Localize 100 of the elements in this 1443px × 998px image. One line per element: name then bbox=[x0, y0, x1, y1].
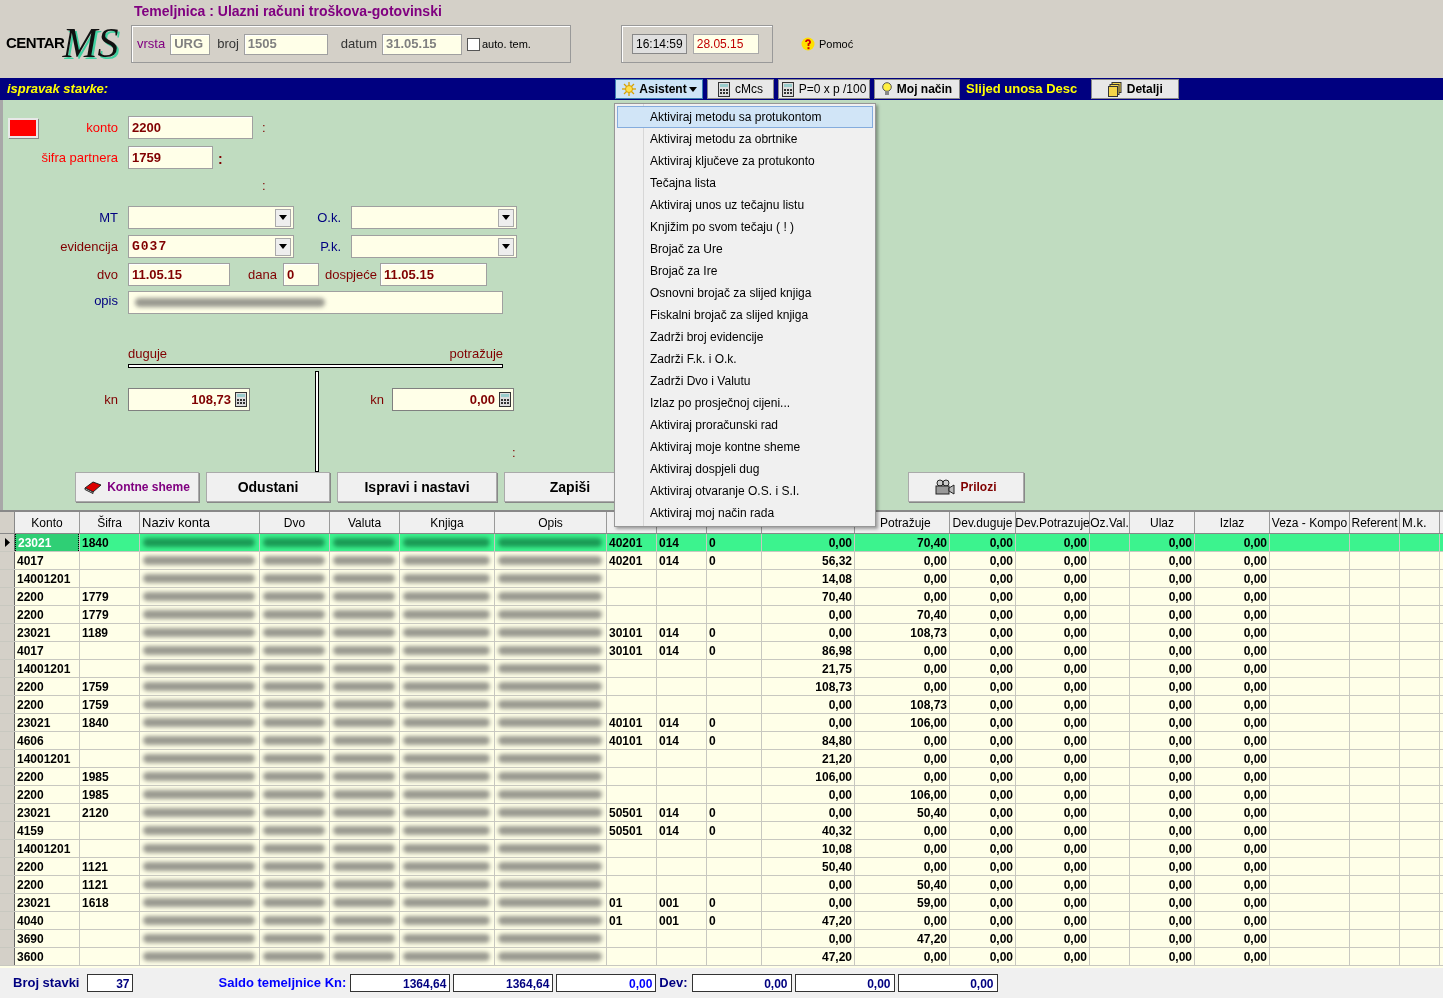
toolbar-button[interactable]: Detalji bbox=[1091, 79, 1180, 99]
days-field[interactable]: 0 bbox=[282, 263, 319, 286]
menu-item[interactable]: Aktiviraj metodu za obrtnike bbox=[617, 128, 873, 150]
table-cell-text: 0,00 bbox=[988, 642, 1014, 659]
column-header[interactable]: Dev.Potrazuje bbox=[1016, 512, 1090, 533]
menu-item[interactable]: Zadrži broj evidencije bbox=[617, 326, 873, 348]
menu-item[interactable]: Izlaz po prosječnoj cijeni... bbox=[617, 392, 873, 414]
column-header[interactable]: Knjiga bbox=[400, 512, 495, 533]
assistant-menu-button[interactable]: Asistent bbox=[615, 79, 703, 99]
table-row[interactable]: 14001201 10,08 0,00 0,00 0,00 0,00 0,00 bbox=[0, 840, 1443, 858]
action-button[interactable]: Odustani bbox=[206, 472, 330, 502]
table-row[interactable]: 4040 01 001 0 47,20 0,00 0,00 0,00 0,00 0,00 bbox=[0, 912, 1443, 930]
table-row[interactable]: 4017 30101 014 0 86,98 0,00 0,00 0,00 0,00 0,00 bbox=[0, 642, 1443, 660]
table-cell-text: 0,00 bbox=[827, 786, 853, 803]
table-row[interactable]: 2200 1759 108,73 0,00 0,00 0,00 0,00 0,00 bbox=[0, 678, 1443, 696]
field-label: O.k. bbox=[316, 208, 341, 227]
menu-item[interactable]: Osnovni brojač za slijed knjiga bbox=[617, 282, 873, 304]
table-row[interactable]: 14001201 21,75 0,00 0,00 0,00 0,00 0,00 bbox=[0, 660, 1443, 678]
table-row[interactable]: 3690 0,00 47,20 0,00 0,00 0,00 0,00 bbox=[0, 930, 1443, 948]
column-header[interactable]: Oz.Val. bbox=[1090, 512, 1130, 533]
table-row[interactable]: 4017 40201 014 0 56,32 0,00 0,00 0,00 0,00 0,00 bbox=[0, 552, 1443, 570]
action-button[interactable]: Ispravi i nastavi bbox=[337, 472, 497, 502]
document-date-field[interactable]: 11.05.15 bbox=[128, 263, 230, 286]
table-cell-text: 0,00 bbox=[922, 858, 948, 875]
menu-item[interactable]: Brojač za Ure bbox=[617, 238, 873, 260]
table-row[interactable]: 23021 1189 30101 014 0 0,00 108,73 0,00 0,00 0,00 0,00 bbox=[0, 624, 1443, 642]
menu-item[interactable]: Knjižim po svom tečaju ( ! ) bbox=[617, 216, 873, 238]
table-row[interactable]: 3600 47,20 0,00 0,00 0,00 0,00 0,00 bbox=[0, 948, 1443, 966]
partner-code-field[interactable]: 1759 bbox=[128, 146, 213, 169]
record-dropdown[interactable]: G037 bbox=[128, 235, 294, 258]
column-header[interactable]: Veza - Kompo bbox=[1270, 512, 1350, 533]
table-row[interactable]: 14001201 21,20 0,00 0,00 0,00 0,00 0,00 bbox=[0, 750, 1443, 768]
table-cell-text: 0,00 bbox=[988, 894, 1014, 911]
row-selector[interactable] bbox=[0, 534, 15, 551]
checkbox[interactable] bbox=[467, 37, 480, 51]
menu-item[interactable]: Aktiviraj proračunski rad bbox=[617, 414, 873, 436]
column-header[interactable]: Dvo bbox=[260, 512, 330, 533]
table-row[interactable]: 2200 1779 0,00 70,40 0,00 0,00 0,00 0,00 bbox=[0, 606, 1443, 624]
table-cell-text: 0,00 bbox=[1062, 534, 1088, 551]
number-field[interactable]: 1505 bbox=[243, 33, 328, 55]
toolbar-button[interactable]: Moj način bbox=[874, 79, 960, 99]
column-header[interactable]: Ulaz bbox=[1130, 512, 1195, 533]
help-button[interactable]: Pomoć bbox=[801, 35, 854, 53]
table-row[interactable]: 2200 1985 0,00 106,00 0,00 0,00 0,00 0,00 bbox=[0, 786, 1443, 804]
menu-item[interactable]: Aktiviraj moje kontne sheme bbox=[617, 436, 873, 458]
type-field[interactable]: URG bbox=[170, 33, 211, 55]
table-cell-text: 0,00 bbox=[988, 804, 1014, 821]
field-label: dvo bbox=[96, 265, 118, 284]
toolbar-button[interactable]: P=0 x p /100 bbox=[778, 79, 870, 99]
menu-item[interactable]: Aktiviraj metodu sa protukontom bbox=[617, 106, 873, 128]
table-row[interactable]: 2200 1779 70,40 0,00 0,00 0,00 0,00 0,00 bbox=[0, 588, 1443, 606]
table-row[interactable]: 2200 1759 0,00 108,73 0,00 0,00 0,00 0,00 bbox=[0, 696, 1443, 714]
menu-item[interactable]: Aktiviraj unos uz tečajnu listu bbox=[617, 194, 873, 216]
action-button[interactable]: Kontne sheme bbox=[75, 472, 199, 502]
column-header[interactable]: M.k. bbox=[1400, 512, 1440, 533]
menu-item[interactable]: Aktiviraj ključeve za protukonto bbox=[617, 150, 873, 172]
column-header[interactable]: Izlaz bbox=[1195, 512, 1270, 533]
calculator-icon bbox=[781, 81, 794, 97]
toolbar-button[interactable]: cMcs bbox=[707, 79, 774, 99]
account-field[interactable]: 2200 bbox=[128, 116, 253, 139]
column-header[interactable]: Valuta bbox=[330, 512, 400, 533]
table-row[interactable]: 4159 50501 014 0 40,32 0,00 0,00 0,00 0,00 0,00 bbox=[0, 822, 1443, 840]
table-cell-text: 01 bbox=[608, 912, 624, 929]
table-row[interactable]: 23021 2120 50501 014 0 0,00 50,40 0,00 0,00 0,00 0,00 bbox=[0, 804, 1443, 822]
dropdown-button[interactable] bbox=[498, 237, 514, 256]
table-cell-text: 0,00 bbox=[1167, 696, 1193, 713]
table-row[interactable]: 14001201 14,08 0,00 0,00 0,00 0,00 0,00 bbox=[0, 570, 1443, 588]
table-cell-text: 56,32 bbox=[820, 552, 853, 569]
table-row[interactable]: 2200 1121 0,00 50,40 0,00 0,00 0,00 0,00 bbox=[0, 876, 1443, 894]
column-header[interactable]: Konto bbox=[15, 512, 80, 533]
dropdown-button[interactable] bbox=[498, 208, 514, 227]
due-date-field[interactable]: 11.05.15 bbox=[379, 263, 487, 286]
date-field[interactable]: 31.05.15 bbox=[382, 33, 462, 55]
table-row[interactable]: 23021 1840 40201 014 0 0,00 70,40 0,00 0,00 0,00 0,00 bbox=[0, 534, 1443, 552]
menu-item[interactable]: Zadrži F.k. i O.k. bbox=[617, 348, 873, 370]
credit-amount-field[interactable]: 0,00 bbox=[392, 388, 514, 411]
column-header[interactable]: Referent bbox=[1350, 512, 1400, 533]
action-button[interactable]: Prilozi bbox=[908, 472, 1024, 502]
column-header[interactable]: Naziv konta bbox=[140, 512, 260, 533]
menu-item[interactable]: Tečajna lista bbox=[617, 172, 873, 194]
table-row[interactable]: 2200 1121 50,40 0,00 0,00 0,00 0,00 0,00 bbox=[0, 858, 1443, 876]
column-header[interactable]: Dev.duguje bbox=[950, 512, 1016, 533]
table-cell-text: 1840 bbox=[81, 714, 110, 731]
table-cell-text: 0,00 bbox=[1242, 804, 1268, 821]
column-header[interactable]: Opis bbox=[495, 512, 607, 533]
menu-item[interactable]: Zadrži Dvo i Valutu bbox=[617, 370, 873, 392]
table-row[interactable]: 23021 1618 01 001 0 0,00 59,00 0,00 0,00 0,00 0,00 bbox=[0, 894, 1443, 912]
menu-item[interactable]: Fiskalni brojač za slijed knjiga bbox=[617, 304, 873, 326]
description-field[interactable] bbox=[128, 291, 503, 314]
table-cell-text: 23021 bbox=[16, 714, 52, 731]
field-label: dana bbox=[248, 265, 277, 284]
menu-item[interactable]: Brojač za Ire bbox=[617, 260, 873, 282]
debit-amount-field[interactable]: 108,73 bbox=[128, 388, 250, 411]
table-row[interactable]: 23021 1840 40101 014 0 0,00 106,00 0,00 0,00 0,00 0,00 bbox=[0, 714, 1443, 732]
table-cell-text: 0,00 bbox=[827, 624, 853, 641]
column-header[interactable]: Šifra bbox=[80, 512, 140, 533]
dropdown-button[interactable] bbox=[275, 237, 291, 256]
dropdown-button[interactable] bbox=[275, 208, 291, 227]
table-row[interactable]: 4606 40101 014 0 84,80 0,00 0,00 0,00 0,00 0,00 bbox=[0, 732, 1443, 750]
table-row[interactable]: 2200 1985 106,00 0,00 0,00 0,00 0,00 0,00 bbox=[0, 768, 1443, 786]
